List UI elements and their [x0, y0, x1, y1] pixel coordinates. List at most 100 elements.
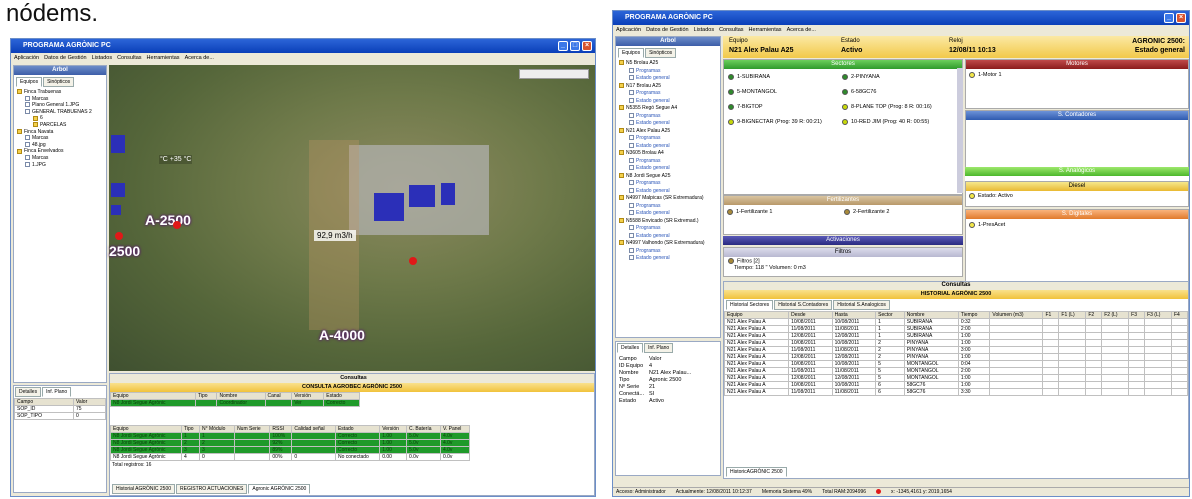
tab-detalles[interactable]: Detalles [617, 343, 644, 353]
column-header[interactable]: F1 (L) [1058, 311, 1087, 319]
tree-node[interactable]: GENERAL TRABUENAS 2 [17, 109, 106, 116]
column-header[interactable]: F1 [1042, 311, 1060, 319]
table-row[interactable]: N21 Alex Palau A 11/08/2011 11/08/2011 1 SUB… [723, 325, 1188, 333]
tab-registro[interactable]: REGISTRO ACTUACIONES [176, 484, 248, 494]
tree-node[interactable]: Marcas [17, 155, 106, 162]
tree-node[interactable]: 48.jpg [17, 142, 106, 149]
sector-item[interactable]: 8-PLANE TOP (Prog: 8 R: 00:16) [842, 102, 932, 113]
table-row[interactable]: N21 Alex Palau A 11/08/2011 11/08/2011 6 58G… [723, 388, 1188, 396]
table-row[interactable]: N21 Alex Palau A 12/08/2011 12/08/2011 2 PIN… [723, 353, 1188, 361]
diesel-item[interactable]: Estado: Activo [969, 191, 1013, 202]
sector-item[interactable]: 9-BIGNECTAR (Prog: 39 R: 00:21) [728, 117, 822, 128]
table-row[interactable]: N21 Alex Palau A 10/08/2011 10/08/2011 2 PIN… [723, 339, 1188, 347]
sector-item[interactable]: 7-BIGTOP [728, 102, 763, 113]
tree-node[interactable]: Estado general [619, 75, 720, 83]
column-header[interactable]: Sector [875, 311, 905, 319]
tree-node[interactable]: N4997 Malpicas (SR Extremadura) [619, 195, 720, 203]
menu-datos-gestion[interactable]: Datos de Gestión [44, 55, 87, 61]
tree-node[interactable]: Programas [619, 90, 720, 98]
table-row[interactable]: N21 Alex Palau A 11/08/2011 11/08/2011 2 PIN… [723, 346, 1188, 354]
tree-node[interactable]: Programas [619, 225, 720, 233]
table-row[interactable]: N21 Alex Palau A 10/08/2011 10/08/2011 5 MON… [723, 360, 1188, 368]
column-header[interactable]: Equipo [723, 311, 790, 319]
tree-node[interactable]: Programas [619, 113, 720, 121]
table-row[interactable]: N21 Alex Palau A 12/08/2011 12/08/2011 1 SUB… [723, 332, 1188, 340]
sector-item[interactable]: 1-SUBIRANA [728, 72, 770, 83]
tree-node[interactable]: Estado general [619, 165, 720, 173]
menu-consultas[interactable]: Consultas [117, 55, 141, 61]
minimize-button[interactable]: _ [558, 41, 568, 51]
tab-equipos[interactable]: Equipos [618, 48, 645, 58]
tab-hist-contadores[interactable]: Historial S.Contadores [774, 300, 833, 310]
table-row[interactable]: N21 Alex Palau A 10/08/2011 10/08/2011 1 SUB… [723, 318, 1188, 326]
menu-listados[interactable]: Listados [694, 27, 715, 33]
menu-acerca[interactable]: Acerca de... [787, 27, 816, 33]
tree-node[interactable]: Finca Trabuenas [17, 89, 106, 96]
tree-node[interactable]: Finca Navata [17, 129, 106, 136]
column-header[interactable]: F2 (L) [1101, 311, 1130, 319]
column-header[interactable]: Tiempo [957, 311, 991, 319]
scrollbar[interactable] [957, 68, 963, 193]
minimize-button[interactable]: _ [1164, 13, 1174, 23]
tab-inf-plano[interactable]: Inf. Plano [644, 343, 674, 353]
tab-equipos[interactable]: Equipos [16, 77, 43, 87]
tab-hist-sectores[interactable]: Historial Sectores [726, 300, 774, 310]
tree-node[interactable]: PARCELAS [17, 122, 106, 129]
table-row[interactable]: N21 Alex Palau A 11/08/2011 11/08/2011 5 MON… [723, 367, 1188, 375]
fert-item[interactable]: 2-Fertilizante 2 [844, 207, 889, 218]
table-row[interactable]: N8 Jordi Segue Agrònic Coordinador Ver Corr… [110, 399, 360, 407]
table-row[interactable]: N8 Jordi Segue Agrònic 4 0 00% 0 No conectado… [109, 453, 471, 461]
column-header[interactable]: Desde [788, 311, 833, 319]
close-button[interactable]: × [582, 41, 592, 51]
tree-node[interactable]: Estado general [619, 143, 720, 151]
tree-node[interactable]: N5 Brolau A25 [619, 60, 720, 68]
digital-item[interactable]: 1-PresAcet [969, 220, 1005, 231]
fert-item[interactable]: 1-Fertilizante 1 [727, 207, 772, 218]
tab-historial[interactable]: Historial AGRÒNIC 2500 [112, 484, 176, 494]
tab-historic[interactable]: HistoricAGRÒNIC 2500 [726, 467, 787, 477]
tree-node[interactable]: Estado general [619, 98, 720, 106]
tree-node[interactable]: N5355 Regó Segue A4 [619, 105, 720, 113]
close-button[interactable]: × [1176, 13, 1186, 23]
table-row[interactable]: N21 Alex Palau A 12/08/2011 12/08/2011 5 MON… [723, 374, 1188, 382]
tree-node[interactable]: Estado general [619, 233, 720, 241]
filtros-item[interactable]: Filtros [2] [724, 257, 962, 265]
menu-consultas[interactable]: Consultas [719, 27, 743, 33]
column-header[interactable]: Hasta [831, 311, 877, 319]
tab-hist-analogicos[interactable]: Historial S.Analogicos [833, 300, 890, 310]
tree-node[interactable]: Estado general [619, 120, 720, 128]
column-header[interactable]: F2 [1085, 311, 1103, 319]
tree-node[interactable]: N17 Brolau A25 [619, 83, 720, 91]
tree-node[interactable]: Marcas [17, 135, 106, 142]
tree-node[interactable]: Estado general [619, 255, 720, 263]
menu-aplicacion[interactable]: Aplicación [616, 27, 641, 33]
tree-node[interactable]: N3605 Brolau A4 [619, 150, 720, 158]
column-header[interactable]: F3 (L) [1144, 311, 1172, 319]
tab-sinopticos[interactable]: Sinópticos [43, 77, 75, 87]
maximize-button[interactable]: □ [570, 41, 580, 51]
tab-agronic[interactable]: Agronic AGRÒNIC 2500 [248, 484, 311, 494]
table-row[interactable]: SOP_ID 75 [14, 405, 107, 413]
table-row[interactable]: SOP_TIPO 0 [14, 412, 107, 420]
tree-node[interactable]: 1.JPG [17, 162, 106, 169]
tab-detalles[interactable]: Detalles [15, 387, 42, 397]
sector-item[interactable]: 5-MONTANGOL [728, 87, 777, 98]
map-toolbar[interactable] [519, 69, 589, 79]
motor-item[interactable]: 1-Motor 1 [969, 70, 1002, 81]
tree-node[interactable]: Programas [619, 135, 720, 143]
tree-node[interactable]: Estado general [619, 188, 720, 196]
menu-datos-gestion[interactable]: Datos de Gestión [646, 27, 689, 33]
tree-node[interactable]: Programas [619, 68, 720, 76]
menu-herramientas[interactable]: Herramientas [147, 55, 180, 61]
valve-marker[interactable] [115, 232, 123, 240]
valve-marker[interactable] [173, 221, 181, 229]
menu-herramientas[interactable]: Herramientas [749, 27, 782, 33]
tree-node[interactable]: Estado general [619, 210, 720, 218]
tree-node[interactable]: N8 Jordi Segue A25 [619, 173, 720, 181]
column-header[interactable]: Nombre [903, 311, 959, 319]
satellite-map[interactable]: °C +35 °C A-2500 2500 A-4000 92,9 m3/h [109, 65, 595, 371]
column-header[interactable]: Volumen (m3) [989, 311, 1044, 319]
sector-item[interactable]: 10-RED JIM (Prog: 40 R: 00:55) [842, 117, 929, 128]
tree-node[interactable]: Programas [619, 248, 720, 256]
tree-node[interactable]: Plano General 1.JPG [17, 102, 106, 109]
